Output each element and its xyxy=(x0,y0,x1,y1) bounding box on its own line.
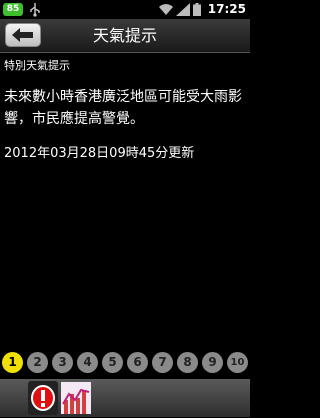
warning-message: 未來數小時香港廣泛地區可能受大雨影響，市民應提高警覺。 xyxy=(4,89,242,127)
page-dot[interactable]: 3 xyxy=(52,352,73,373)
page-dot[interactable]: 2 xyxy=(27,352,48,373)
status-bar: 85 17:25 xyxy=(0,0,250,19)
page-dot[interactable]: 4 xyxy=(77,352,98,373)
warning-button[interactable] xyxy=(28,381,58,415)
page-dot[interactable]: 1 xyxy=(2,352,23,373)
page-dot[interactable]: 7 xyxy=(152,352,173,373)
title-bar: 天氣提示 xyxy=(0,19,250,53)
update-timestamp: 2012年03月28日09時45分更新 xyxy=(4,146,195,161)
page-indicator: 1 2 3 4 5 6 7 8 9 10 xyxy=(2,352,248,374)
page-dot[interactable]: 6 xyxy=(127,352,148,373)
page-dot[interactable]: 5 xyxy=(102,352,123,373)
usb-icon xyxy=(30,3,40,17)
signal-strength-icon xyxy=(176,3,190,16)
wifi-icon xyxy=(159,4,173,15)
page-dot[interactable]: 8 xyxy=(177,352,198,373)
back-button[interactable] xyxy=(5,23,41,47)
battery-icon xyxy=(193,3,201,16)
rainstorm-chart-icon[interactable] xyxy=(61,382,91,414)
battery-level-badge: 85 xyxy=(3,3,23,16)
bottom-warning-bar xyxy=(0,379,250,417)
back-arrow-icon xyxy=(12,28,33,42)
chart-graphic xyxy=(62,388,90,414)
page-dot[interactable]: 9 xyxy=(202,352,223,373)
warning-icon xyxy=(31,385,55,411)
page-dot[interactable]: 10 xyxy=(227,352,248,373)
warning-subtitle: 特別天氣提示 xyxy=(4,59,70,72)
clock: 17:25 xyxy=(207,2,246,16)
